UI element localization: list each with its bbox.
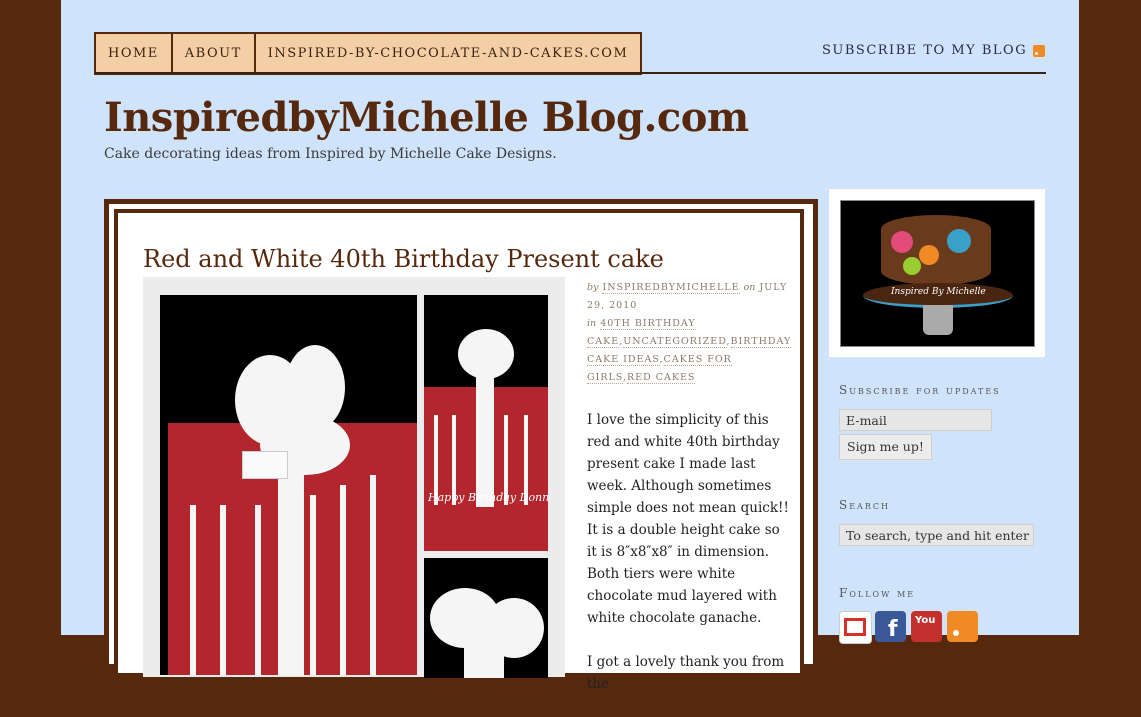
cake-photo-main xyxy=(160,295,417,675)
gmail-icon[interactable] xyxy=(839,611,872,644)
facebook-icon[interactable]: f xyxy=(875,611,906,642)
rss-icon xyxy=(1033,44,1046,57)
sidebar-cake-photo[interactable]: Inspired By Michelle xyxy=(840,200,1035,347)
subscribe-link[interactable]: SUBSCRIBE TO MY BLOG xyxy=(822,43,1046,58)
search-heading: Search xyxy=(839,498,890,512)
post-meta: by INSPIREDBYMICHELLE on JULY 29, 2010 i… xyxy=(587,282,792,384)
youtube-icon[interactable]: You xyxy=(911,611,942,642)
subscribe-label: SUBSCRIBE TO MY BLOG xyxy=(822,43,1028,58)
cake-photo-top: Happy Birthday Donna xyxy=(424,295,548,551)
meta-in: in xyxy=(587,318,597,329)
post-image[interactable]: Happy Birthday Donna xyxy=(143,277,565,678)
nav-about[interactable]: ABOUT xyxy=(173,34,256,73)
post-card: Red and White 40th Birthday Present cake xyxy=(104,199,818,692)
subscribe-heading: Subscribe for updates xyxy=(839,383,1001,397)
post-body: I love the simplicity of this red and wh… xyxy=(587,409,792,717)
nav-home[interactable]: HOME xyxy=(96,34,173,73)
cake-photo-bottom xyxy=(424,558,548,678)
rss-icon[interactable] xyxy=(947,611,978,642)
meta-by: by xyxy=(587,282,599,293)
category-link[interactable]: RED CAKES xyxy=(627,372,696,384)
post-paragraph: I love the simplicity of this red and wh… xyxy=(587,412,789,626)
follow-heading: Follow me xyxy=(839,586,916,600)
top-nav: HOME ABOUT INSPIRED-BY-CHOCOLATE-AND-CAK… xyxy=(94,32,643,75)
search-input[interactable]: To search, type and hit enter xyxy=(839,524,1034,546)
post-author-link[interactable]: INSPIREDBYMICHELLE xyxy=(602,282,740,294)
post-paragraph: I got a lovely thank you from the xyxy=(587,654,785,692)
cake-photo-caption: Happy Birthday Donna xyxy=(428,491,548,504)
site-title[interactable]: InspiredbyMichelle Blog.com xyxy=(104,94,749,141)
page: HOME ABOUT INSPIRED-BY-CHOCOLATE-AND-CAK… xyxy=(61,0,1079,692)
email-field[interactable]: E-mail xyxy=(839,409,992,431)
post-title[interactable]: Red and White 40th Birthday Present cake xyxy=(143,245,664,273)
meta-on: on xyxy=(743,282,756,293)
category-link[interactable]: UNCATEGORIZED xyxy=(623,336,727,348)
nav-divider xyxy=(94,72,1046,74)
sidebar-photo-caption: Inspired By Michelle xyxy=(891,287,986,297)
sign-up-button[interactable]: Sign me up! xyxy=(839,434,932,460)
post-card-inner: Red and White 40th Birthday Present cake xyxy=(114,209,804,692)
site-tagline: Cake decorating ideas from Inspired by M… xyxy=(104,146,557,162)
nav-inspired-by-chocolate[interactable]: INSPIRED-BY-CHOCOLATE-AND-CAKES.COM xyxy=(256,34,641,73)
sidebar-photo-card: Inspired By Michelle xyxy=(829,189,1045,357)
